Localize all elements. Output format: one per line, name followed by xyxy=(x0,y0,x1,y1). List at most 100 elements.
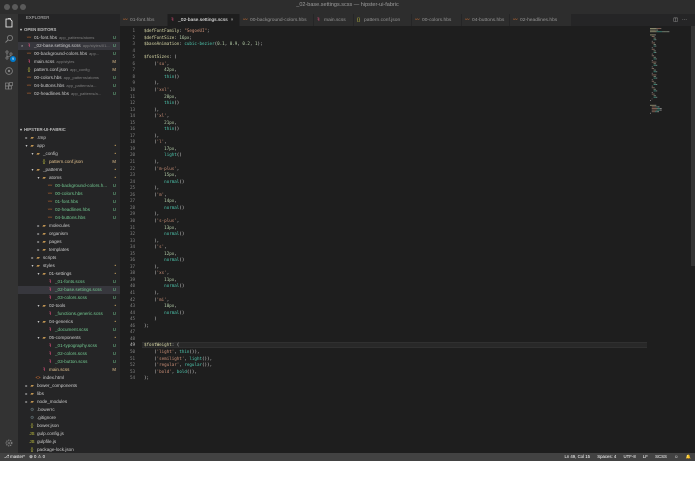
code-line[interactable]: ('mi', xyxy=(144,297,169,303)
code-line[interactable]: thin() xyxy=(144,74,179,80)
code-line[interactable]: ) xyxy=(144,316,157,322)
code-editor[interactable]: 1 $defFontFamily: "SegoeUI"; 2 $defFontSize… xyxy=(120,26,695,453)
open-editor-item[interactable]: 〰 00-colors.hbs app_patterns/atoms U xyxy=(18,74,120,82)
cursor-position[interactable]: Ln 49, Col 15 xyxy=(564,454,590,459)
tree-file[interactable]: ꟻ main.scss M xyxy=(18,366,120,374)
tree-folder[interactable]: ▸ ▰ molecules xyxy=(18,222,120,230)
code-line[interactable]: 42px, xyxy=(144,67,177,73)
problems-indicator[interactable]: ⊗ 0 ⚠ 0 xyxy=(29,454,45,459)
code-line[interactable]: 13px, xyxy=(144,225,177,231)
git-branch[interactable]: ⎇ master* xyxy=(4,454,25,459)
open-editor-item[interactable]: 〰 04-buttons.hbs app_patterns/a... U xyxy=(18,82,120,90)
code-line[interactable]: $defFontSize: 16px; xyxy=(144,35,192,41)
tree-folder[interactable]: ▸ ▰ libs xyxy=(18,390,120,398)
code-line[interactable]: normal() xyxy=(144,205,184,211)
code-line[interactable]: ('su', xyxy=(144,61,169,67)
minimap[interactable] xyxy=(648,26,692,453)
code-line[interactable]: ('m-plus', xyxy=(144,166,179,172)
editor-tab[interactable]: ꟻ main.scss xyxy=(314,14,354,26)
code-line[interactable]: ), xyxy=(144,107,159,113)
editor-tab[interactable]: 〰 01-font.hbs xyxy=(120,14,168,26)
tree-folder[interactable]: ▾ ▰ 01-settings • xyxy=(18,270,120,278)
language-mode[interactable]: SCSS xyxy=(655,454,667,459)
open-editor-item[interactable]: 〰 02-headlines.hbs app_patterns/a... U xyxy=(18,90,120,98)
tree-folder[interactable]: ▾ ▰ 02-tools • xyxy=(18,302,120,310)
debug-icon[interactable] xyxy=(4,66,14,76)
code-line[interactable]: ); xyxy=(144,323,149,329)
tree-folder[interactable]: ▾ ▰ 05-components • xyxy=(18,334,120,342)
code-line[interactable]: ('s-plus', xyxy=(144,218,179,224)
close-tab-icon[interactable]: × xyxy=(231,14,234,26)
code-line[interactable]: ('m', xyxy=(144,192,167,198)
settings-gear-icon[interactable] xyxy=(4,438,14,448)
code-line[interactable]: $fontWeight: ( xyxy=(144,342,179,348)
code-line[interactable]: ), xyxy=(144,264,159,270)
code-line[interactable]: 12px, xyxy=(144,251,177,257)
code-line[interactable]: ('regular', regular()), xyxy=(144,362,212,368)
tree-file[interactable]: JS gulp.config.js xyxy=(18,430,120,438)
code-line[interactable]: normal() xyxy=(144,179,184,185)
tree-folder[interactable]: ▸ ▰ scripts xyxy=(18,254,120,262)
tree-file[interactable]: ꟻ _01-typography.scss U xyxy=(18,342,120,350)
code-line[interactable]: 28px, xyxy=(144,94,177,100)
tree-folder[interactable]: ▸ ▰ templates xyxy=(18,246,120,254)
editor-tab[interactable]: {} pattern.conf.json xyxy=(354,14,412,26)
code-line[interactable]: ); xyxy=(144,375,149,381)
code-line[interactable]: 17px, xyxy=(144,146,177,152)
tree-file[interactable]: ⚙ .bowerrc xyxy=(18,406,120,414)
more-actions-icon[interactable]: ⋯ xyxy=(682,17,691,23)
code-line[interactable]: ('xl', xyxy=(144,113,169,119)
tree-file[interactable]: {} bower.json xyxy=(18,422,120,430)
code-line[interactable]: ('l', xyxy=(144,139,167,145)
code-line[interactable]: ), xyxy=(144,238,159,244)
tree-file[interactable]: <> index.html xyxy=(18,374,120,382)
open-editors-header[interactable]: ▾ OPEN EDITORS xyxy=(18,26,120,34)
tree-file[interactable]: {} pattern.conf.json M xyxy=(18,158,120,166)
open-editor-item[interactable]: × ꟻ _02-base.settings.scss app/styles/01...… xyxy=(18,42,120,50)
open-editor-item[interactable]: {} pattern.conf.json app_config M xyxy=(18,66,120,74)
code-line[interactable]: 10px, xyxy=(144,303,177,309)
tree-file[interactable]: JS gulpfile.js xyxy=(18,438,120,446)
editor-tab[interactable]: ꟻ _02-base.settings.scss × xyxy=(168,14,240,26)
code-line[interactable]: 14px, xyxy=(144,198,177,204)
code-line[interactable]: 15px, xyxy=(144,172,177,178)
code-line[interactable]: ('s', xyxy=(144,244,167,250)
search-icon[interactable] xyxy=(4,34,14,44)
open-editor-item[interactable]: ꟻ main.scss app/styles M xyxy=(18,58,120,66)
editor-tab[interactable]: 〰 02-headlines.hbs xyxy=(510,14,572,26)
tree-file[interactable]: ꟻ _document.scss U xyxy=(18,326,120,334)
tree-folder[interactable]: ▾ ▰ atoms • xyxy=(18,174,120,182)
tree-folder[interactable]: ▾ ▰ app • xyxy=(18,142,120,150)
tree-file[interactable]: 〰 04-buttons.hbs U xyxy=(18,214,120,222)
tree-folder[interactable]: ▸ ▰ bower_components xyxy=(18,382,120,390)
tree-file[interactable]: ꟻ _02-base.settings.scss U xyxy=(18,286,120,294)
end-of-line[interactable]: LF xyxy=(643,454,648,459)
code-line[interactable]: ('semilight', light()), xyxy=(144,356,212,362)
code-line[interactable]: ), xyxy=(144,133,159,139)
tree-folder[interactable]: ▸ ▰ organism xyxy=(18,230,120,238)
code-line[interactable]: normal() xyxy=(144,257,184,263)
code-line[interactable]: thin() xyxy=(144,100,179,106)
code-line[interactable]: ), xyxy=(144,290,159,296)
code-line[interactable]: 11px, xyxy=(144,277,177,283)
tree-file[interactable]: 〰 00-colors.hbs U xyxy=(18,190,120,198)
code-line[interactable]: light() xyxy=(144,152,182,158)
tree-file[interactable]: ꟻ _03-button.scss U xyxy=(18,358,120,366)
code-line[interactable]: ), xyxy=(144,159,159,165)
tree-file[interactable]: ꟻ _01-fonts.scss U xyxy=(18,278,120,286)
encoding[interactable]: UTF-8 xyxy=(624,454,636,459)
tree-file[interactable]: ⚙ .gitignore xyxy=(18,414,120,422)
project-header[interactable]: ▾ HIPSTER-UI-FABRIC xyxy=(18,126,120,134)
notifications-bell-icon[interactable]: 🔔 xyxy=(686,454,691,459)
code-line[interactable]: normal() xyxy=(144,310,184,316)
feedback-icon[interactable]: ☺ xyxy=(674,454,678,459)
code-line[interactable]: ('xxl', xyxy=(144,87,172,93)
tree-file[interactable]: ꟻ _03-colors.scss U xyxy=(18,294,120,302)
tree-folder[interactable]: ▾ ▰ _patterns • xyxy=(18,166,120,174)
tree-file[interactable]: ꟻ _02-colors.scss U xyxy=(18,350,120,358)
files-icon[interactable] xyxy=(4,18,14,28)
editor-tab[interactable]: 〰 00-background-colors.hbs xyxy=(240,14,314,26)
editor-tab[interactable]: 〰 00-colors.hbs xyxy=(412,14,462,26)
open-editor-item[interactable]: 〰 01-font.hbs app_patterns/atoms U xyxy=(18,34,120,42)
open-editor-item[interactable]: 〰 00-background-colors.hbs app... U xyxy=(18,50,120,58)
